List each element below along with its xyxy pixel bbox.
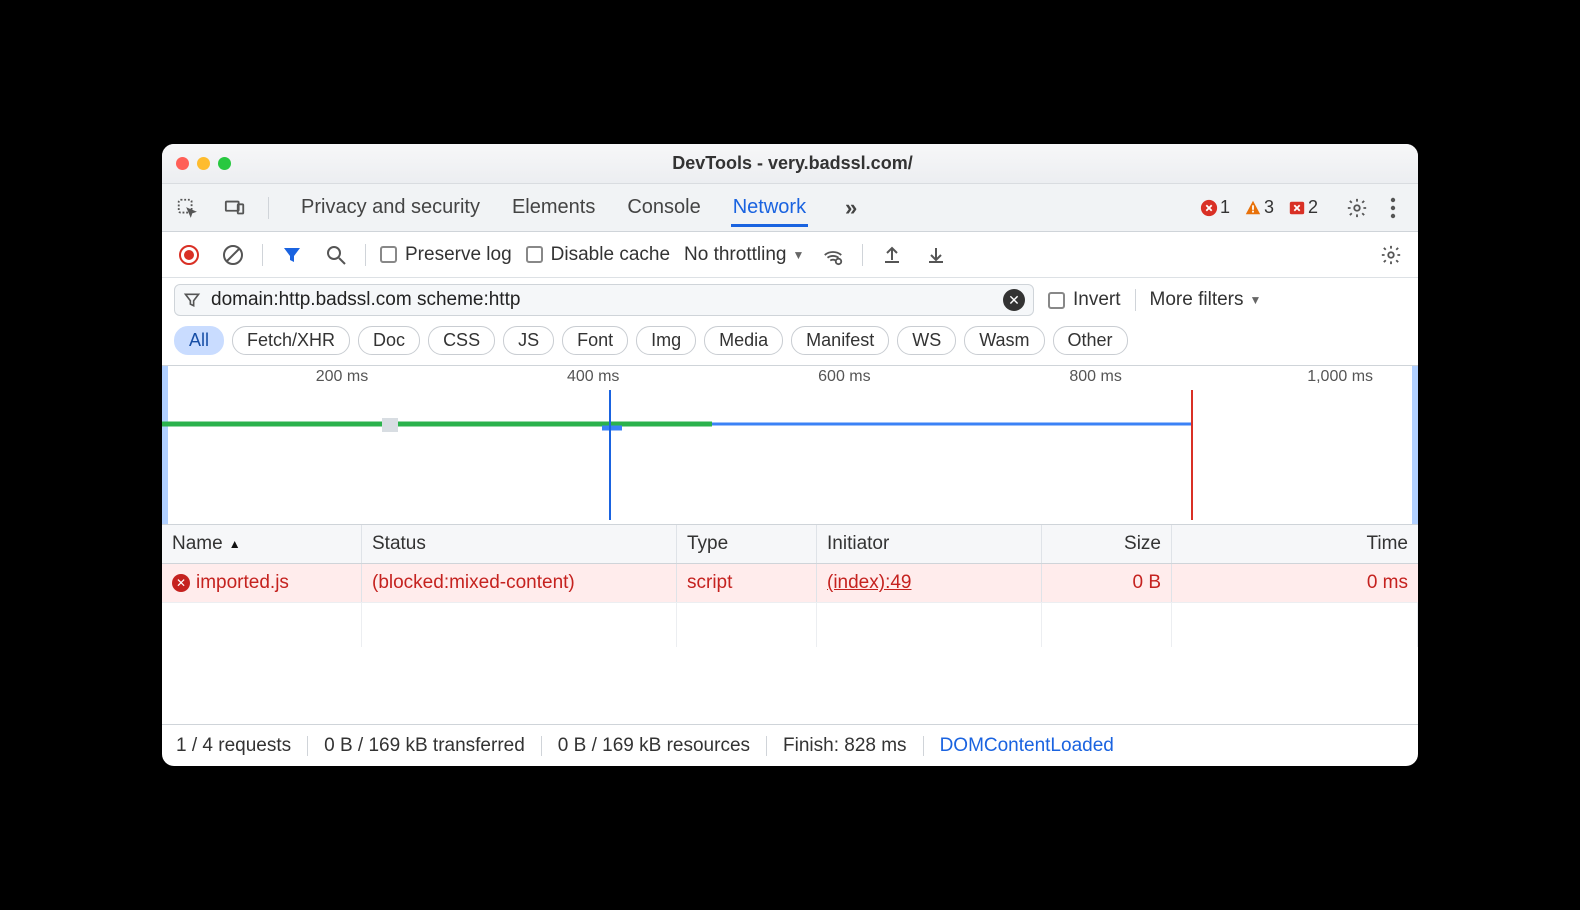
blocked-icon: ✕: [172, 574, 190, 592]
window-title: DevTools - very.badssl.com/: [231, 153, 1354, 174]
issues-count: 2: [1308, 197, 1318, 218]
settings-icon[interactable]: [1342, 193, 1372, 223]
disable-cache-checkbox[interactable]: Disable cache: [526, 244, 670, 266]
chevron-down-icon: ▼: [792, 248, 804, 262]
type-img[interactable]: Img: [636, 326, 696, 355]
warning-count: 3: [1264, 197, 1274, 218]
cell-initiator[interactable]: (index):49: [827, 572, 912, 594]
table-row-empty: [162, 603, 1418, 647]
cell-name: imported.js: [196, 572, 289, 594]
tab-privacy[interactable]: Privacy and security: [299, 188, 482, 227]
filter-bar: ✕ Invert More filters ▼: [162, 278, 1418, 322]
panel-tabs: Privacy and security Elements Console Ne…: [299, 188, 866, 227]
search-icon[interactable]: [321, 240, 351, 270]
funnel-icon: [183, 291, 201, 309]
overview-ticks: 200 ms 400 ms 600 ms 800 ms 1,000 ms: [162, 368, 1418, 386]
record-icon[interactable]: [174, 240, 204, 270]
type-font[interactable]: Font: [562, 326, 628, 355]
titlebar: DevTools - very.badssl.com/: [162, 144, 1418, 184]
filter-input[interactable]: [211, 289, 993, 311]
type-js[interactable]: JS: [503, 326, 554, 355]
device-icon[interactable]: [220, 193, 250, 223]
table-header: Name▲ Status Type Initiator Size Time: [162, 525, 1418, 564]
request-table: Name▲ Status Type Initiator Size Time ✕ i…: [162, 525, 1418, 724]
col-type[interactable]: Type: [677, 525, 817, 563]
overview-chart: [162, 390, 1418, 520]
export-har-icon[interactable]: [921, 240, 951, 270]
status-finish: Finish: 828 ms: [783, 735, 907, 757]
import-har-icon[interactable]: [877, 240, 907, 270]
preserve-log-checkbox[interactable]: Preserve log: [380, 244, 512, 266]
traffic-lights: [176, 157, 231, 170]
panel-settings-icon[interactable]: [1376, 240, 1406, 270]
maximize-icon[interactable]: [218, 157, 231, 170]
col-status[interactable]: Status: [362, 525, 677, 563]
error-badge[interactable]: 1: [1196, 197, 1234, 218]
invert-checkbox[interactable]: Invert: [1048, 289, 1121, 311]
more-filters-button[interactable]: More filters ▼: [1150, 289, 1262, 311]
more-tabs-icon[interactable]: »: [836, 193, 866, 223]
col-time[interactable]: Time: [1172, 525, 1418, 563]
issues-badge[interactable]: 2: [1284, 197, 1322, 218]
network-conditions-icon[interactable]: [818, 240, 848, 270]
throttling-select[interactable]: No throttling ▼: [684, 244, 804, 266]
status-dcl[interactable]: DOMContentLoaded: [940, 735, 1114, 757]
col-name[interactable]: Name▲: [162, 525, 362, 563]
chevron-down-icon: ▼: [1250, 293, 1262, 307]
warning-badge[interactable]: 3: [1240, 197, 1278, 218]
type-doc[interactable]: Doc: [358, 326, 420, 355]
status-bar: 1 / 4 requests 0 B / 169 kB transferred …: [162, 724, 1418, 766]
status-resources: 0 B / 169 kB resources: [558, 735, 750, 757]
type-other[interactable]: Other: [1053, 326, 1128, 355]
type-manifest[interactable]: Manifest: [791, 326, 889, 355]
status-requests: 1 / 4 requests: [176, 735, 291, 757]
error-count: 1: [1220, 197, 1230, 218]
type-ws[interactable]: WS: [897, 326, 956, 355]
kebab-icon[interactable]: [1378, 193, 1408, 223]
tab-elements[interactable]: Elements: [510, 188, 597, 227]
timeline-overview[interactable]: 200 ms 400 ms 600 ms 800 ms 1,000 ms: [162, 365, 1418, 525]
table-row[interactable]: ✕ imported.js (blocked:mixed-content) scr…: [162, 564, 1418, 603]
close-icon[interactable]: [176, 157, 189, 170]
tab-network[interactable]: Network: [731, 188, 808, 227]
cell-size: 0 B: [1042, 564, 1172, 602]
cell-time: 0 ms: [1172, 564, 1418, 602]
type-all[interactable]: All: [174, 326, 224, 355]
devtools-window: DevTools - very.badssl.com/ Privacy and …: [162, 144, 1418, 766]
filter-icon[interactable]: [277, 240, 307, 270]
inspect-icon[interactable]: [172, 193, 202, 223]
minimize-icon[interactable]: [197, 157, 210, 170]
type-fetchxhr[interactable]: Fetch/XHR: [232, 326, 350, 355]
clear-icon[interactable]: [218, 240, 248, 270]
sort-asc-icon: ▲: [229, 537, 241, 551]
col-size[interactable]: Size: [1042, 525, 1172, 563]
col-initiator[interactable]: Initiator: [817, 525, 1042, 563]
type-wasm[interactable]: Wasm: [964, 326, 1044, 355]
type-media[interactable]: Media: [704, 326, 783, 355]
type-css[interactable]: CSS: [428, 326, 495, 355]
tab-console[interactable]: Console: [625, 188, 702, 227]
network-toolbar: Preserve log Disable cache No throttling…: [162, 232, 1418, 278]
main-tabstrip: Privacy and security Elements Console Ne…: [162, 184, 1418, 232]
cell-status: (blocked:mixed-content): [362, 564, 677, 602]
cell-type: script: [677, 564, 817, 602]
clear-filter-icon[interactable]: ✕: [1003, 289, 1025, 311]
status-transferred: 0 B / 169 kB transferred: [324, 735, 525, 757]
filter-input-wrap[interactable]: ✕: [174, 284, 1034, 316]
resource-type-filters: All Fetch/XHR Doc CSS JS Font Img Media …: [162, 322, 1418, 365]
